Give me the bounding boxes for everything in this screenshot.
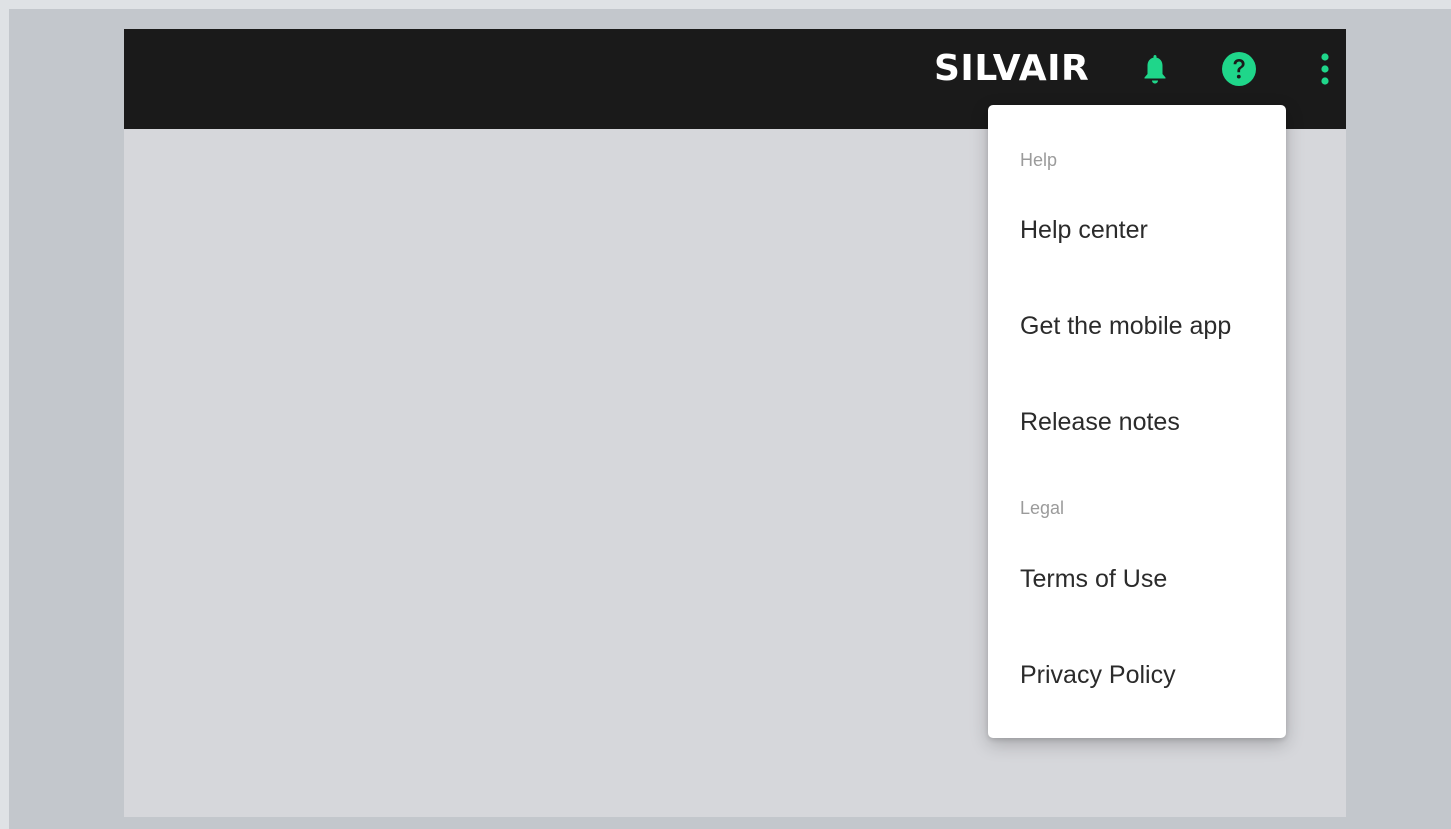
bell-icon: [1144, 55, 1166, 84]
app-frame: SILVAIR Help Help center Get the mobile …: [124, 29, 1346, 817]
menu-section-legal: Legal: [1020, 498, 1065, 518]
overflow-dropdown-menu: Help Help center Get the mobile app Rele…: [988, 105, 1286, 738]
outer-border: [0, 0, 9, 829]
outer-border: [0, 0, 1451, 9]
notifications-button[interactable]: [1135, 49, 1175, 89]
menu-item-privacy-policy[interactable]: Privacy Policy: [988, 651, 1286, 699]
menu-item-release-notes[interactable]: Release notes: [988, 398, 1286, 446]
brand-logo: SILVAIR: [934, 48, 1090, 89]
menu-item-help-center[interactable]: Help center: [988, 206, 1286, 254]
help-button[interactable]: [1219, 49, 1259, 89]
menu-section-help: Help: [1020, 150, 1058, 170]
more-vertical-icon: [1321, 53, 1329, 85]
more-menu-button[interactable]: [1310, 45, 1340, 93]
help-circle-icon: [1222, 52, 1256, 86]
menu-item-get-mobile-app[interactable]: Get the mobile app: [988, 302, 1286, 350]
menu-item-terms-of-use[interactable]: Terms of Use: [988, 555, 1286, 603]
